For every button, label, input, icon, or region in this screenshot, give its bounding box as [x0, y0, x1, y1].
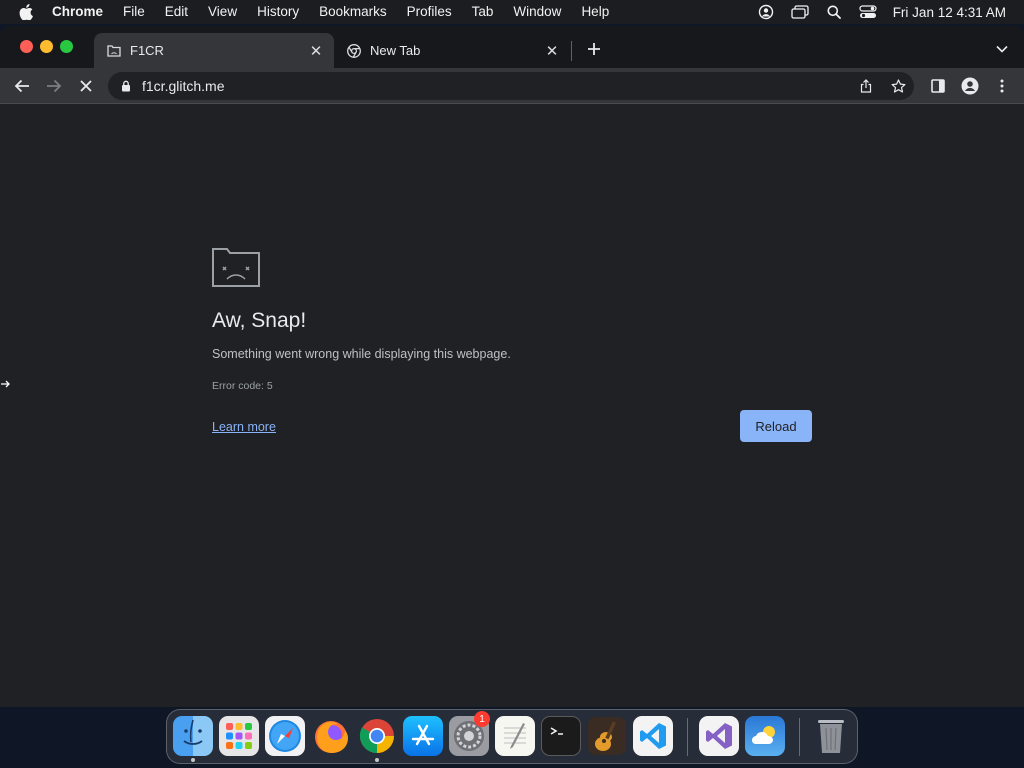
chrome-window: F1CR ✕ New Tab ✕ f1cr.glitch.me Aw, Snap… [0, 26, 1024, 707]
url-text[interactable]: f1cr.glitch.me [142, 78, 850, 94]
google-chrome-icon[interactable] [357, 716, 397, 756]
user-account-icon[interactable] [749, 4, 783, 20]
menu-view[interactable]: View [198, 0, 247, 24]
resize-cursor-icon [0, 376, 10, 394]
reload-button[interactable]: Reload [740, 410, 812, 442]
visual-studio-code-icon[interactable] [633, 716, 673, 756]
dock [166, 709, 858, 764]
menu-bar-clock[interactable]: Fri Jan 12 4:31 AM [885, 5, 1006, 20]
forward-arrow-icon[interactable] [42, 74, 66, 98]
side-panel-icon[interactable] [926, 74, 950, 98]
address-bar[interactable]: f1cr.glitch.me [108, 72, 914, 100]
menu-file[interactable]: File [113, 0, 155, 24]
garageband-icon[interactable] [587, 716, 627, 756]
sad-page-favicon [106, 43, 122, 59]
zoom-window-button[interactable] [60, 40, 73, 53]
menu-history[interactable]: History [247, 0, 309, 24]
page-content: Aw, Snap! Something went wrong while dis… [0, 104, 1024, 707]
dock-separator [799, 718, 800, 756]
menu-profiles[interactable]: Profiles [397, 0, 462, 24]
new-tab-plus-icon[interactable] [584, 39, 604, 59]
dock-separator [687, 718, 688, 756]
menu-bar: Chrome File Edit View History Bookmarks … [0, 0, 1024, 24]
chrome-favicon [346, 43, 362, 59]
stop-loading-icon[interactable] [74, 74, 98, 98]
apple-menu-icon[interactable] [0, 4, 52, 20]
textedit-icon[interactable] [495, 716, 535, 756]
menu-app-name[interactable]: Chrome [52, 0, 113, 24]
learn-more-link[interactable]: Learn more [212, 420, 276, 434]
finder-running-indicator [191, 758, 195, 762]
close-tab-icon[interactable]: ✕ [542, 41, 562, 61]
weather-icon[interactable] [745, 716, 785, 756]
tab-f1cr[interactable]: F1CR ✕ [94, 33, 334, 68]
error-heading: Aw, Snap! [212, 309, 307, 332]
app-store-icon[interactable] [403, 716, 443, 756]
menu-tab[interactable]: Tab [462, 0, 504, 24]
control-center-icon[interactable] [851, 5, 885, 19]
firefox-icon[interactable] [311, 716, 351, 756]
menu-help[interactable]: Help [571, 0, 619, 24]
lock-icon[interactable] [119, 80, 133, 92]
error-message: Something went wrong while displaying th… [212, 347, 511, 361]
share-icon[interactable] [850, 79, 882, 93]
spotlight-search-icon[interactable] [817, 5, 851, 19]
back-arrow-icon[interactable] [10, 74, 34, 98]
menu-edit[interactable]: Edit [155, 0, 198, 24]
launchpad-icon[interactable] [219, 716, 259, 756]
minimize-window-button[interactable] [40, 40, 53, 53]
visual-studio-icon[interactable] [699, 716, 739, 756]
tab-search-chevron-icon[interactable] [992, 39, 1012, 59]
tab-title: New Tab [370, 43, 421, 58]
terminal-icon[interactable] [541, 716, 581, 756]
browser-toolbar: f1cr.glitch.me [0, 68, 1024, 104]
error-code: Error code: 5 [212, 380, 273, 392]
close-tab-icon[interactable]: ✕ [306, 41, 326, 61]
close-window-button[interactable] [20, 40, 33, 53]
tab-separator [571, 41, 572, 61]
screen-mirroring-icon[interactable] [783, 5, 817, 19]
tab-strip: F1CR ✕ New Tab ✕ [0, 26, 1024, 68]
bookmark-star-icon[interactable] [882, 78, 914, 94]
profile-avatar-icon[interactable] [958, 74, 982, 98]
sad-folder-icon [212, 247, 260, 292]
trash-icon[interactable] [811, 716, 851, 756]
tab-new-tab[interactable]: New Tab ✕ [334, 33, 570, 68]
safari-icon[interactable] [265, 716, 305, 756]
menu-window[interactable]: Window [503, 0, 571, 24]
kebab-menu-icon[interactable] [990, 74, 1014, 98]
finder-icon[interactable] [173, 716, 213, 756]
chrome-running-indicator [375, 758, 379, 762]
system-preferences-badge: 1 [474, 711, 490, 727]
menu-bookmarks[interactable]: Bookmarks [309, 0, 397, 24]
tab-title: F1CR [130, 43, 164, 58]
